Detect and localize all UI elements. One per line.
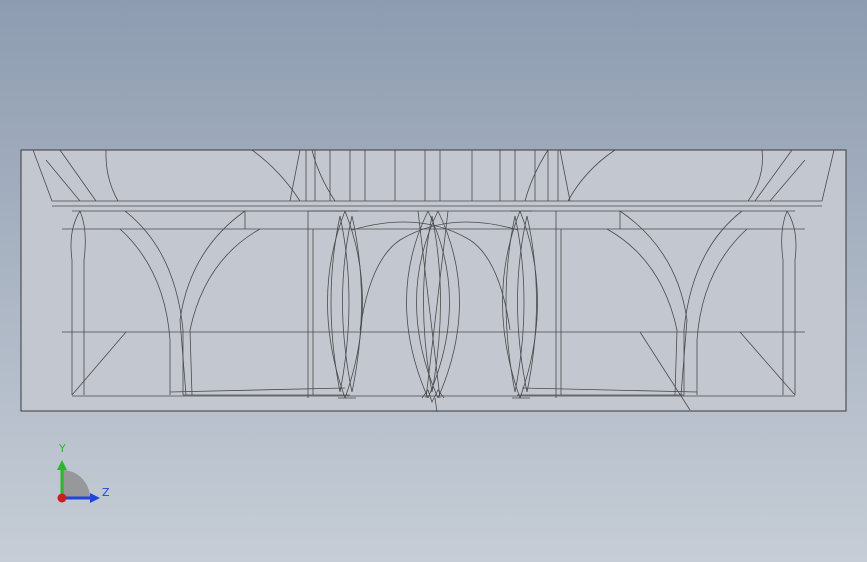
x-axis-dot [57,493,67,503]
graphics-viewport[interactable]: Y Z [0,0,867,562]
triad-graphic [57,460,100,503]
triad-plane-indicator [62,470,90,498]
view-orientation-triad: Y Z [40,440,120,515]
part-wireframe[interactable] [0,0,867,562]
z-axis-label: Z [102,486,110,499]
part-outline [20,149,847,412]
y-axis-label: Y [59,442,66,455]
